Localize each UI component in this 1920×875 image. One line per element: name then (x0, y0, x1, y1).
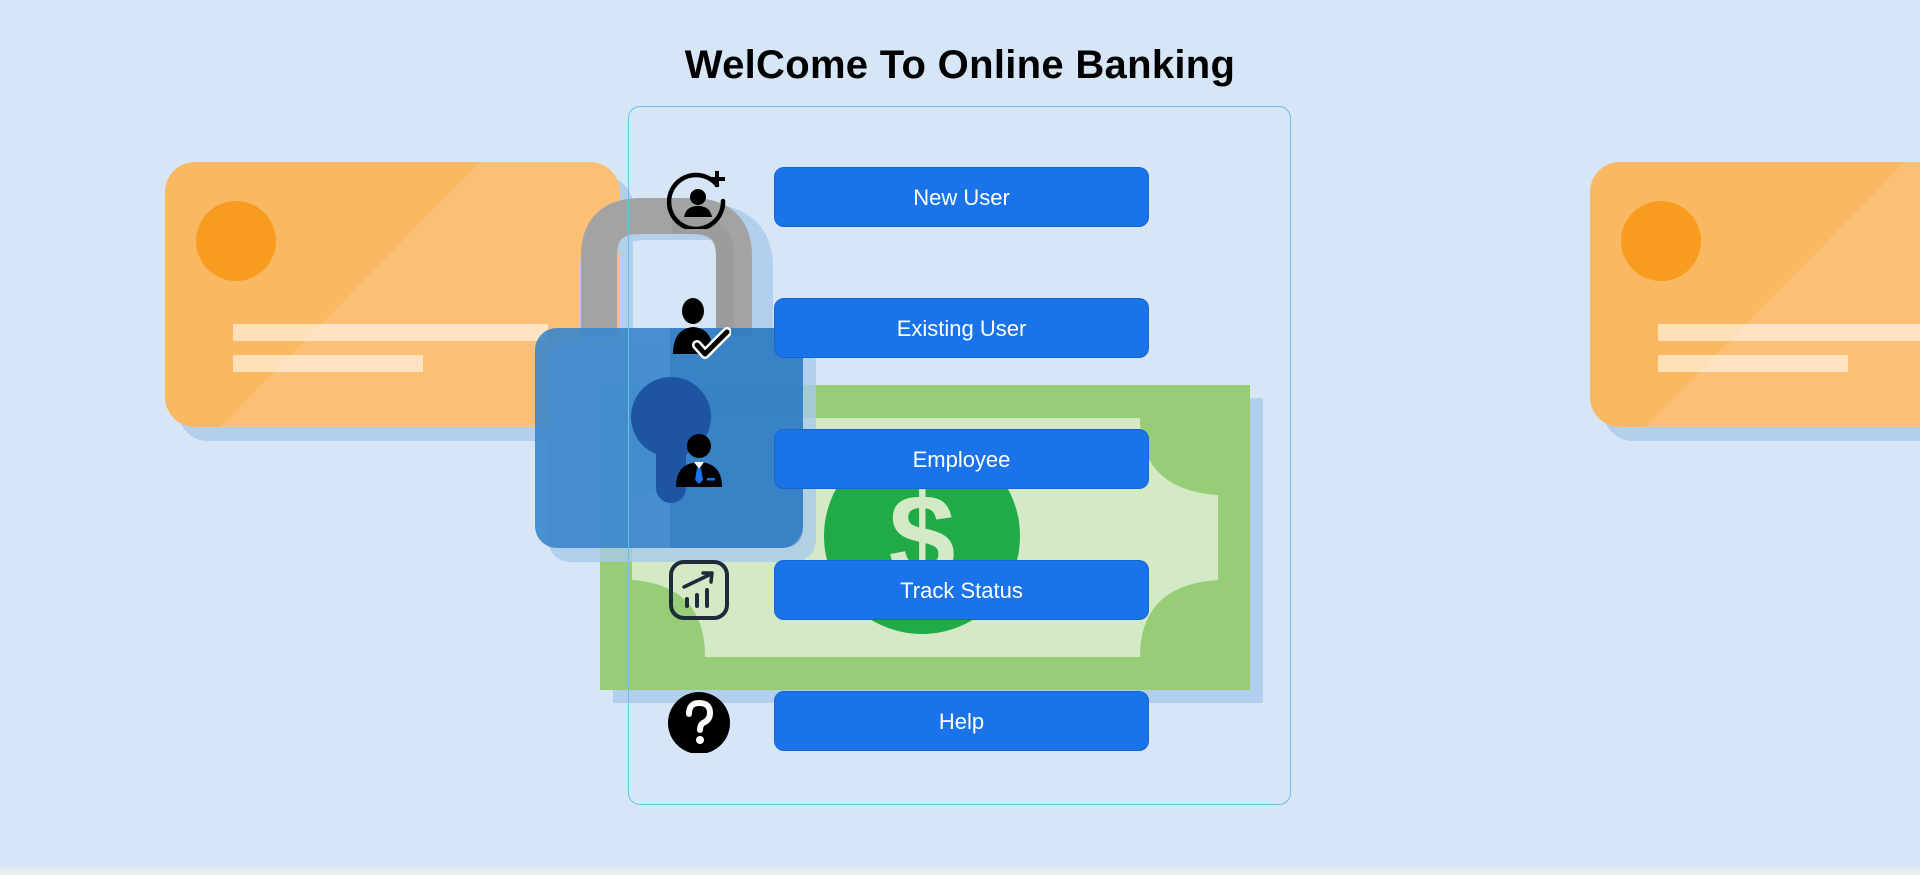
track-status-button[interactable]: Track Status (774, 560, 1149, 620)
menu-panel: New User Existing User Employee Track St… (628, 106, 1291, 805)
menu-row-track-status: Track Status (629, 560, 1292, 620)
page: $ WelCome To Online Banking New User Exi… (0, 0, 1920, 875)
page-title: WelCome To Online Banking (684, 43, 1236, 87)
chart-growth-icon[interactable] (667, 558, 731, 622)
verified-user-icon[interactable] (667, 296, 731, 360)
menu-row-help: Help (629, 689, 1292, 753)
new-user-button[interactable]: New User (774, 167, 1149, 227)
menu-row-existing-user: Existing User (629, 296, 1292, 360)
menu-row-employee: Employee (629, 429, 1292, 489)
employee-button[interactable]: Employee (774, 429, 1149, 489)
credit-card-illustration-right (1590, 162, 1920, 441)
bottom-scroll-edge (0, 867, 1920, 875)
help-icon[interactable] (667, 689, 731, 753)
help-button[interactable]: Help (774, 691, 1149, 751)
existing-user-button[interactable]: Existing User (774, 298, 1149, 358)
menu-row-new-user: New User (629, 165, 1292, 229)
employee-icon[interactable] (667, 427, 731, 491)
add-user-icon[interactable] (667, 165, 731, 229)
